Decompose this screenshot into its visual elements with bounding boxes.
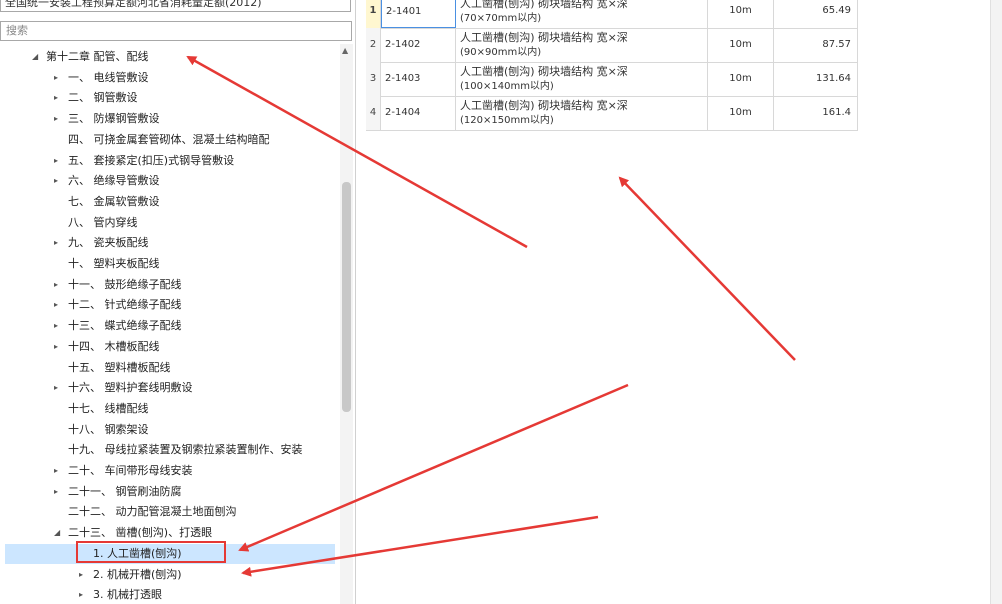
quota-code: 2-1402	[381, 28, 456, 62]
quota-unit: 10m	[708, 96, 774, 130]
tree-item-label: 十、 塑料夹板配线	[68, 257, 160, 270]
quota-price: 131.64	[774, 62, 858, 96]
collapsed-arrow-icon[interactable]: ▸	[54, 295, 58, 315]
tree-item-label: 七、 金属软管敷设	[68, 194, 160, 208]
tree-item-label: 五、 套接紧定(扣压)式钢导管敷设	[68, 153, 235, 167]
tree-item-label: 2. 机械开槽(刨沟)	[93, 567, 182, 581]
tree-item-label: 十七、 线槽配线	[68, 401, 149, 415]
tree-item-label: 十六、 塑料护套线明敷设	[68, 381, 193, 395]
quota-name-line: 人工凿槽(刨沟) 砌块墙结构 宽×深	[460, 0, 628, 10]
quota-code: 2-1401	[381, 0, 456, 28]
row-index: 4	[366, 96, 381, 130]
quota-name-spec: (100×140mm以内)	[460, 81, 554, 92]
quota-code: 2-1403	[381, 62, 456, 96]
scroll-up-icon[interactable]: ▲	[342, 46, 348, 55]
row-index: 2	[366, 28, 381, 62]
collapsed-arrow-icon[interactable]: ▸	[54, 233, 58, 253]
table-scrollbar[interactable]	[990, 0, 1002, 604]
tree-item-label: 3. 机械打透眼	[93, 588, 162, 602]
tree-item-label: 三、 防爆钢管敷设	[68, 112, 160, 126]
tree-item-label: 二十一、 钢管刷油防腐	[68, 484, 182, 498]
tree-item-label: 八、 管内穿线	[68, 215, 138, 229]
left-panel: 全国统一安装工程预算定额河北省消耗量定额(2012) 搜索 ◢ 第十二章 配管、配…	[0, 0, 356, 604]
collapsed-arrow-icon[interactable]: ▸	[54, 316, 58, 336]
collapsed-arrow-icon[interactable]: ▸	[54, 337, 58, 357]
table-row[interactable]: 2 2-1402 人工凿槽(刨沟) 砌块墙结构 宽×深 (90×90mm以内) 10m 8…	[366, 28, 858, 63]
collapsed-arrow-icon[interactable]: ▸	[54, 68, 58, 88]
quota-price: 65.49	[774, 0, 858, 28]
tree-item-label: 二、 钢管敷设	[68, 91, 138, 105]
collapsed-arrow-icon[interactable]: ▸	[79, 585, 83, 604]
quota-name: 人工凿槽(刨沟) 砌块墙结构 宽×深 (90×90mm以内)	[456, 28, 708, 62]
tree-item-label: 六、 绝缘导管敷设	[68, 174, 160, 188]
tree-item-label: 第十二章 配管、配线	[46, 50, 149, 63]
tree-item-label: 十四、 木槽板配线	[68, 339, 160, 353]
quota-name-line: 人工凿槽(刨沟) 砌块墙结构 宽×深	[460, 65, 628, 78]
quota-unit: 10m	[708, 62, 774, 96]
quota-name-spec: (90×90mm以内)	[460, 47, 542, 58]
collapsed-arrow-icon[interactable]: ▸	[54, 482, 58, 502]
quota-price: 87.57	[774, 28, 858, 62]
collapsed-arrow-icon[interactable]: ▸	[54, 109, 58, 129]
table-row[interactable]: 3 2-1403 人工凿槽(刨沟) 砌块墙结构 宽×深 (100×140mm以内) 10…	[366, 62, 858, 97]
tree-item-label: 一、 电线管敷设	[68, 70, 149, 84]
table-row[interactable]: 4 2-1404 人工凿槽(刨沟) 砌块墙结构 宽×深 (120×150mm以内) 10…	[366, 96, 858, 131]
collapsed-arrow-icon[interactable]: ▸	[54, 88, 58, 108]
tree-item-label: 二十、 车间带形母线安装	[68, 464, 193, 477]
tree-item-label: 二十二、 动力配管混凝土地面刨沟	[68, 505, 237, 519]
quota-name: 人工凿槽(刨沟) 砌块墙结构 宽×深 (120×150mm以内)	[456, 96, 708, 130]
quota-name: 人工凿槽(刨沟) 砌块墙结构 宽×深 (100×140mm以内)	[456, 62, 708, 96]
tree-scroll-thumb[interactable]	[342, 182, 351, 412]
row-index: 3	[366, 62, 381, 96]
highlight-box	[76, 541, 226, 563]
tree-item-label: 十九、 母线拉紧装置及钢索拉紧装置制作、安装	[68, 443, 303, 457]
table-row[interactable]: 1 2-1401 人工凿槽(刨沟) 砌块墙结构 宽×深 (70×70mm以内) 10m 6…	[366, 0, 858, 29]
quota-name-line: 人工凿槽(刨沟) 砌块墙结构 宽×深	[460, 99, 628, 112]
quota-name-line: 人工凿槽(刨沟) 砌块墙结构 宽×深	[460, 31, 628, 44]
tree-item-label: 九、 瓷夹板配线	[68, 236, 149, 250]
quota-name-spec: (70×70mm以内)	[460, 13, 542, 24]
expanded-arrow-icon[interactable]: ◢	[32, 47, 38, 67]
quota-name: 人工凿槽(刨沟) 砌块墙结构 宽×深 (70×70mm以内)	[456, 0, 708, 28]
search-input[interactable]: 搜索	[0, 21, 352, 41]
expanded-arrow-icon[interactable]: ◢	[54, 523, 60, 543]
collapsed-arrow-icon[interactable]: ▸	[79, 565, 83, 585]
tree-item-label: 十八、 钢索架设	[68, 422, 149, 436]
quota-price: 161.4	[774, 96, 858, 130]
row-index: 1	[366, 0, 381, 28]
quota-unit: 10m	[708, 0, 774, 28]
collapsed-arrow-icon[interactable]: ▸	[54, 378, 58, 398]
quota-name-spec: (120×150mm以内)	[460, 115, 554, 126]
quota-table: 1 2-1401 人工凿槽(刨沟) 砌块墙结构 宽×深 (70×70mm以内) 10m 6…	[360, 0, 1000, 604]
collapsed-arrow-icon[interactable]: ▸	[54, 461, 58, 481]
quota-unit: 10m	[708, 28, 774, 62]
tree-item-label: 十五、 塑料槽板配线	[68, 360, 171, 374]
collapsed-arrow-icon[interactable]: ▸	[54, 171, 58, 191]
tree-item-label: 四、 可挠金属套管砌体、混凝土结构暗配	[68, 132, 270, 146]
collapsed-arrow-icon[interactable]: ▸	[54, 151, 58, 171]
quota-code: 2-1404	[381, 96, 456, 130]
tree-item-label: 十一、 鼓形绝缘子配线	[68, 277, 182, 291]
quota-library-select[interactable]: 全国统一安装工程预算定额河北省消耗量定额(2012)	[0, 0, 351, 12]
tree-item-label: 十三、 蝶式绝缘子配线	[68, 319, 182, 333]
tree-item-label: 十二、 针式绝缘子配线	[68, 298, 182, 312]
collapsed-arrow-icon[interactable]: ▸	[54, 275, 58, 295]
